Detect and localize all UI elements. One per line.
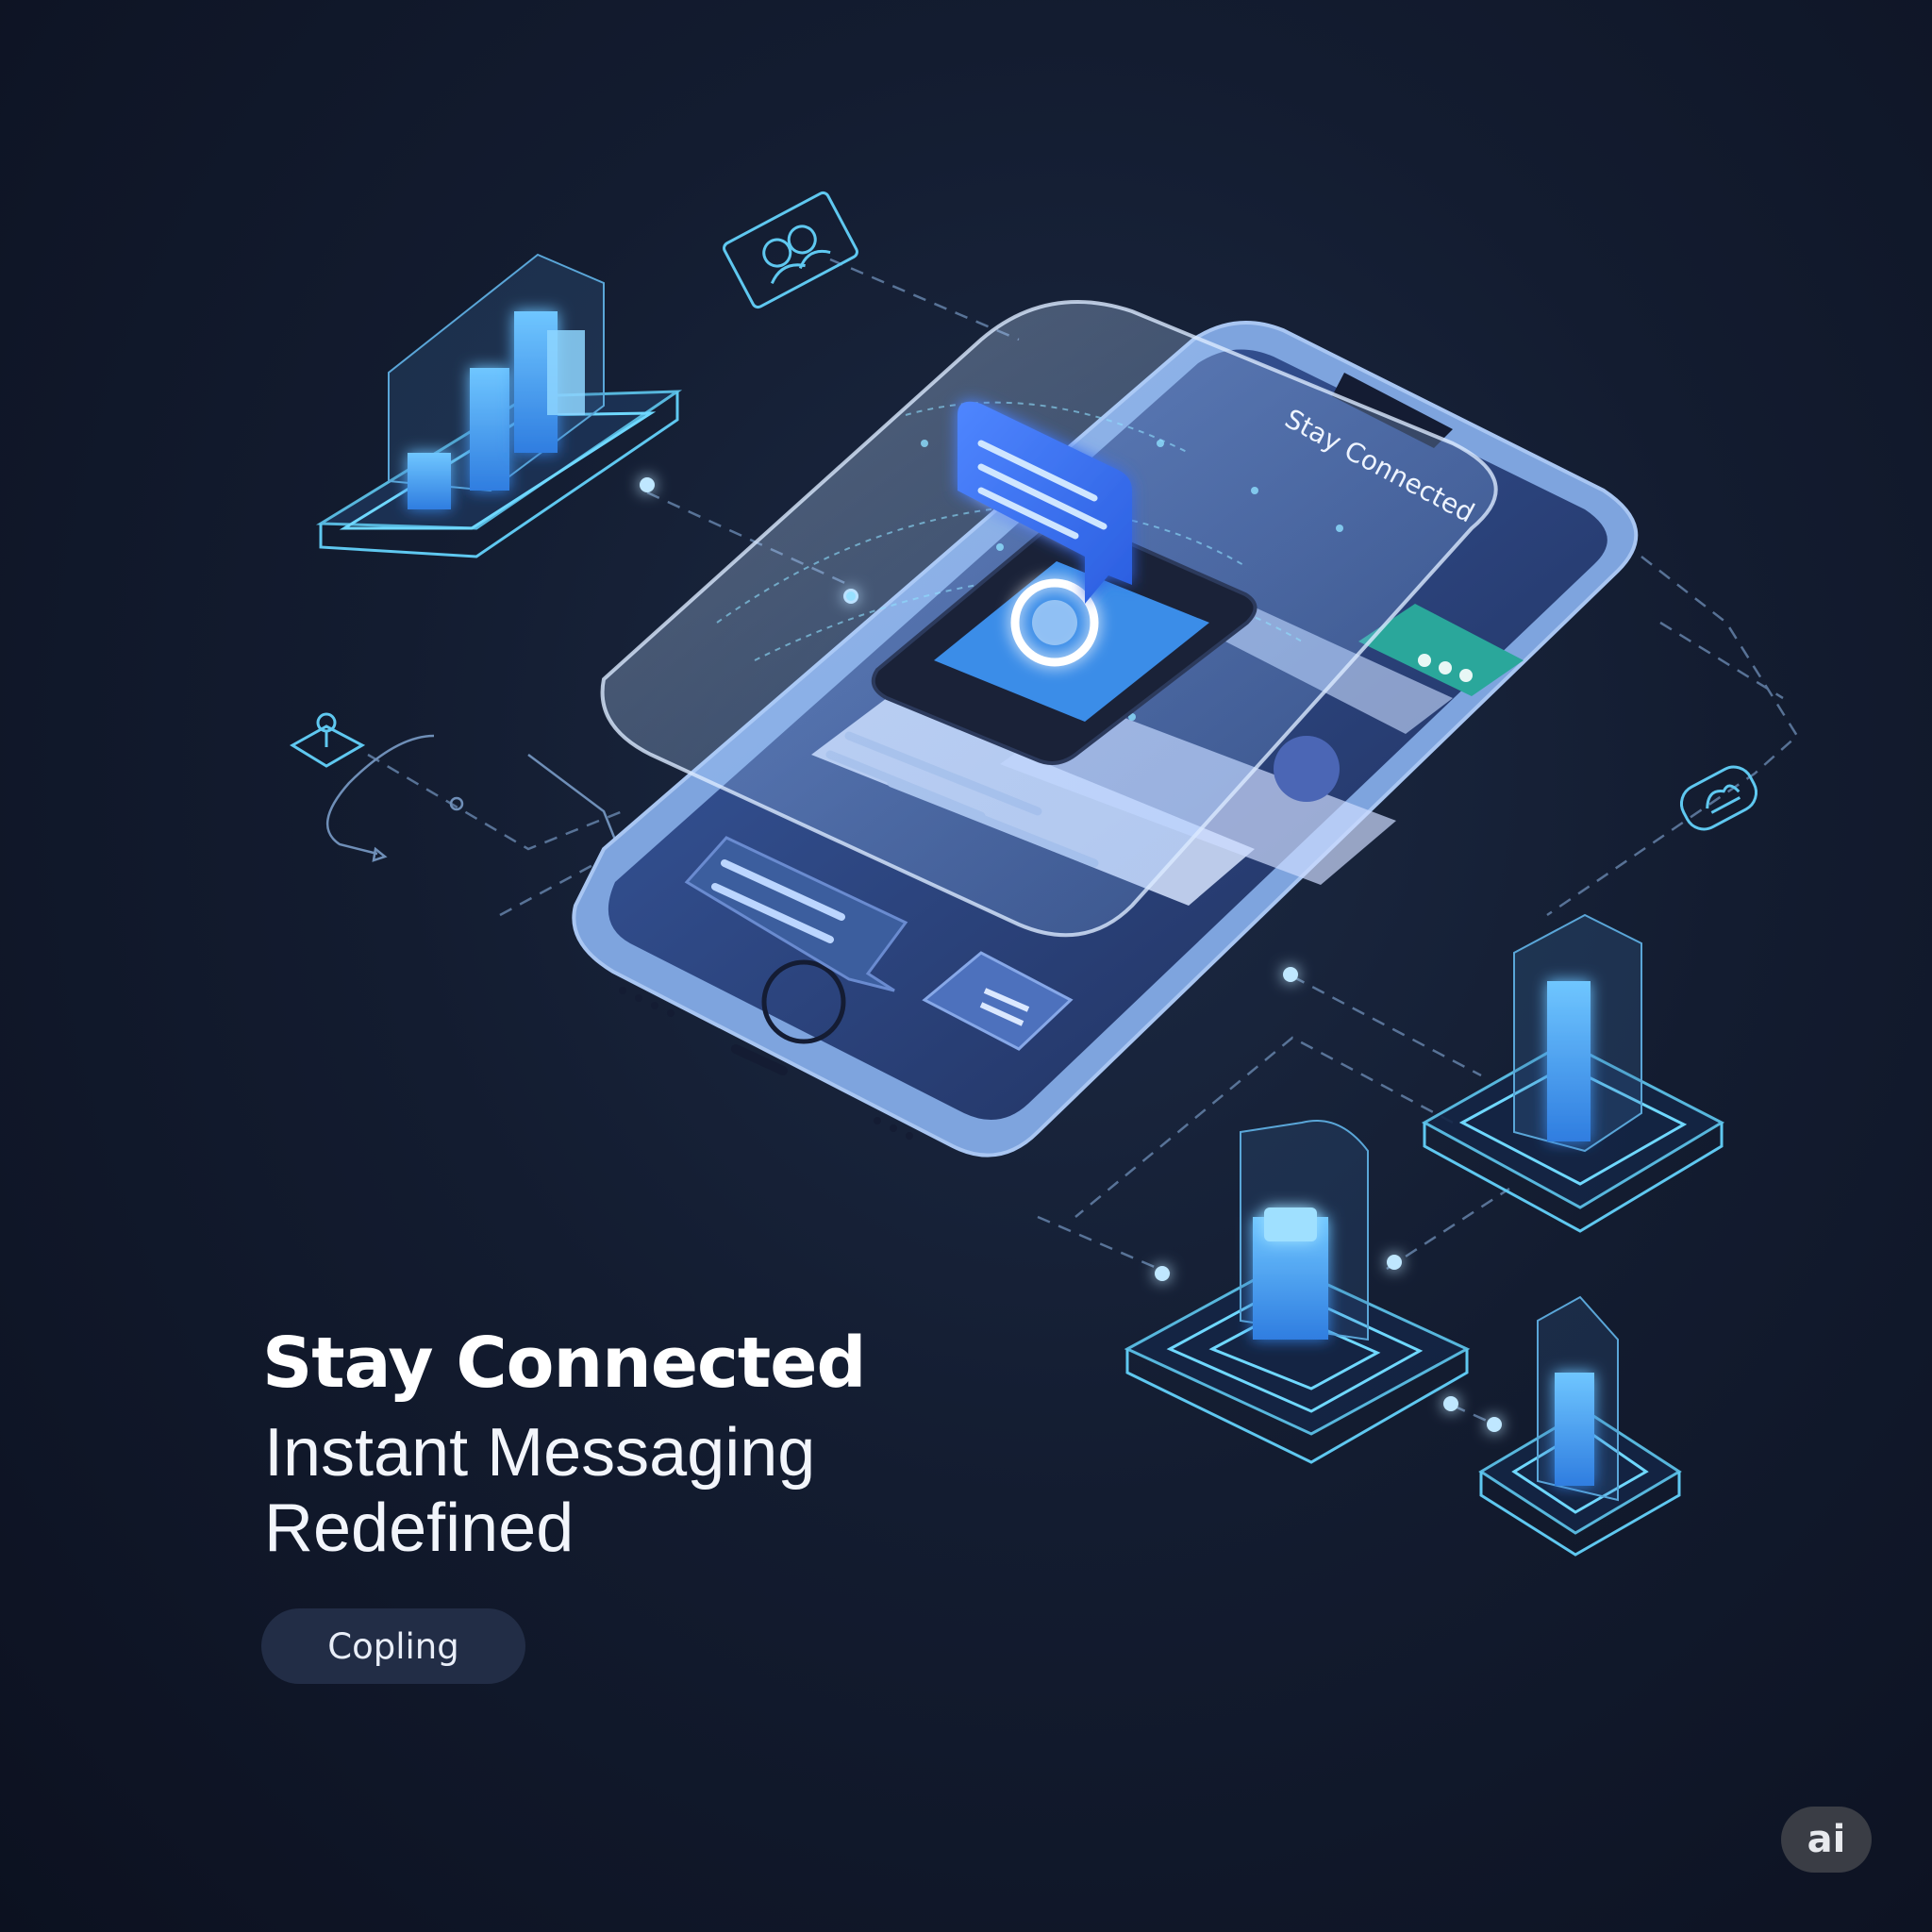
people-icon bbox=[723, 191, 858, 309]
headline: Stay Connected bbox=[262, 1323, 866, 1404]
subheadline: Instant Messaging Redefined bbox=[264, 1415, 816, 1566]
server-small-icon bbox=[1478, 1295, 1682, 1557]
server-tower-icon bbox=[1421, 913, 1725, 1233]
server-hub-icon bbox=[1124, 1120, 1471, 1464]
buildings-icon bbox=[315, 253, 683, 558]
flow-loop bbox=[325, 734, 625, 862]
ai-badge: ai bbox=[1781, 1807, 1872, 1873]
power-icon bbox=[290, 712, 366, 768]
copling-button[interactable]: Copling bbox=[261, 1608, 525, 1684]
